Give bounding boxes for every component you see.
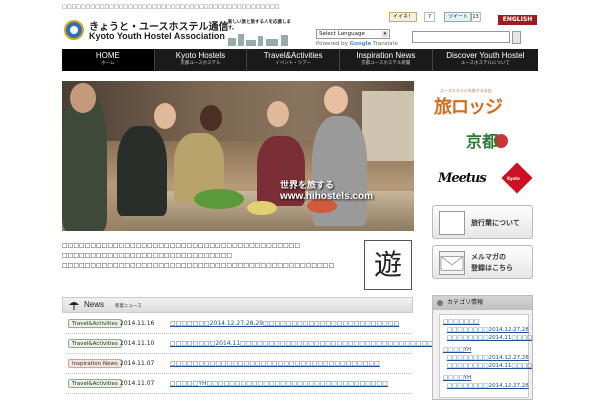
umbrella-icon (69, 302, 79, 310)
category-link[interactable]: □□□□□□□ (443, 318, 525, 326)
news-row: Travel&Activities 2014.11.10 □□□□□□□□201… (66, 334, 471, 354)
tabi-lodge-banner[interactable]: ユースホステルを旅するお店 旅ロッジ (432, 88, 532, 124)
nav-travel-activities[interactable]: Travel&Activities イベント・ツアー (247, 49, 340, 71)
category-link[interactable]: □□□□YH (443, 346, 525, 354)
category-list: □□□□□□□ □□□□□□□□2014.12.27,28 □□□□□□□□20… (439, 314, 532, 398)
news-header: News 新着ニュース (62, 297, 413, 313)
tagline: 新しい旅と旅する人を応援します。 (228, 20, 291, 31)
news-row: Inspiration News 2014.11.07 □□□□□□□□□□□□… (66, 354, 411, 374)
english-button[interactable]: ENGLISH (498, 15, 537, 25)
news-link[interactable]: □□□□□□□2014.12.27,28,29□□□□□□□□□□□□□□□□□… (170, 319, 399, 328)
news-date: 2014.11.10 (120, 340, 155, 347)
nav-discover-youth-hostel[interactable]: Discover Youth Hostel ユースホステルについて (433, 49, 538, 71)
logo-title-en: Kyoto Youth Hostel Association (89, 31, 225, 41)
travel-agency-button[interactable]: 旅行業について (432, 205, 533, 239)
certificate-icon (439, 211, 465, 235)
nav-home[interactable]: HOME ホーム (62, 49, 155, 71)
news-row: Travel&Activities 2014.11.16 □□□□□□□2014… (66, 314, 411, 334)
like-count: 7 (424, 12, 435, 22)
calligraphy-stamp: 遊 (364, 240, 412, 290)
site-logo[interactable]: きょうと・ユースホステル通信 Kyoto Youth Hostel Associ… (64, 18, 229, 44)
news-date: 2014.11.16 (120, 320, 155, 327)
news-row: Travel&Activities 2014.11.07 □□□□□YH□□□□… (66, 374, 411, 394)
category-sublink[interactable]: □□□□□□□□2014.12.27,28 (443, 354, 529, 362)
tweet-count: 13 (470, 12, 481, 22)
news-date: 2014.11.07 (120, 380, 155, 387)
meetus-kyoto-banner[interactable]: Meetus Kyoto (432, 162, 533, 195)
nav-kyoto-hostels[interactable]: Kyoto Hostels 京都ユースホステル (155, 49, 248, 71)
news-link[interactable]: □□□□□□□□□□□□□□□□□□□□□□□□□□□□□□□□□□□□□ (170, 359, 380, 368)
news-title: News (84, 300, 105, 309)
hero-photo[interactable]: 世界を旅する www.hihostels.com (62, 81, 414, 231)
category-title: カテゴリ情報 (433, 296, 532, 310)
news-link[interactable]: □□□□□YH□□□□□□□□□□□□□□□□□□□□□□□□□□□□□□□□ (170, 379, 388, 388)
news-link[interactable]: □□□□□□□□2014.11□□□□□□□□□□□□□□□□□□□□□□□□□… (170, 339, 471, 348)
language-select[interactable]: Select Language ▾ (316, 29, 390, 39)
search-button[interactable] (512, 31, 521, 44)
news-category-badge[interactable]: Inspiration News (68, 359, 122, 368)
youth-hostel-logo-icon (64, 20, 84, 40)
news-subtitle: 新着ニュース (115, 304, 142, 309)
nav-inspiration-news[interactable]: Inspiration News 京都ユースホステル新聞 (340, 49, 433, 71)
category-sublink[interactable]: □□□□□□□□2014.11□□□□ (443, 362, 532, 370)
search-input[interactable] (412, 31, 510, 43)
category-sublink[interactable]: □□□□□□□□2014.12.27,28 (443, 382, 529, 390)
kyoto-banner[interactable]: 京都 (432, 126, 532, 156)
tweet-button[interactable]: ツイート (444, 12, 473, 22)
category-sublink[interactable]: □□□□□□□□2014.12.27,28 (443, 326, 529, 334)
like-button[interactable]: イイネ！ (389, 12, 418, 22)
google-translate-credit: Powered by Google Translate (316, 41, 398, 47)
top-banner-text: □□□□□□□□□□□□□□□□□□□□□□□□□□□□□□□□□□□□□□□□… (62, 4, 280, 10)
category-box: カテゴリ情報 □□□□□□□ □□□□□□□□2014.12.27,28 □□□… (432, 295, 533, 400)
chevron-down-icon: ▾ (382, 31, 388, 37)
category-link[interactable]: □□□□YH (443, 374, 525, 382)
category-sublink[interactable]: □□□□□□□□2014.11□□□□ (443, 334, 532, 342)
envelope-icon (439, 251, 465, 275)
news-category-badge[interactable]: Travel&Activities (68, 339, 122, 348)
main-nav: HOME ホーム Kyoto Hostels 京都ユースホステル Travel&Ac… (62, 49, 538, 71)
intro-text: □□□□□□□□□□□□□□□□□□□□□□□□□□□□□□□□□□□□□□□□… (62, 242, 335, 269)
news-date: 2014.11.07 (120, 360, 155, 367)
news-category-badge[interactable]: Travel&Activities (68, 379, 122, 388)
news-category-badge[interactable]: Travel&Activities (68, 319, 122, 328)
hero-caption: 世界を旅する www.hihostels.com (280, 181, 373, 202)
skyline-illustration (226, 32, 296, 46)
language-select-value: Select Language (319, 31, 365, 37)
newsletter-button[interactable]: メルマガの 登録はこちら (432, 245, 533, 279)
